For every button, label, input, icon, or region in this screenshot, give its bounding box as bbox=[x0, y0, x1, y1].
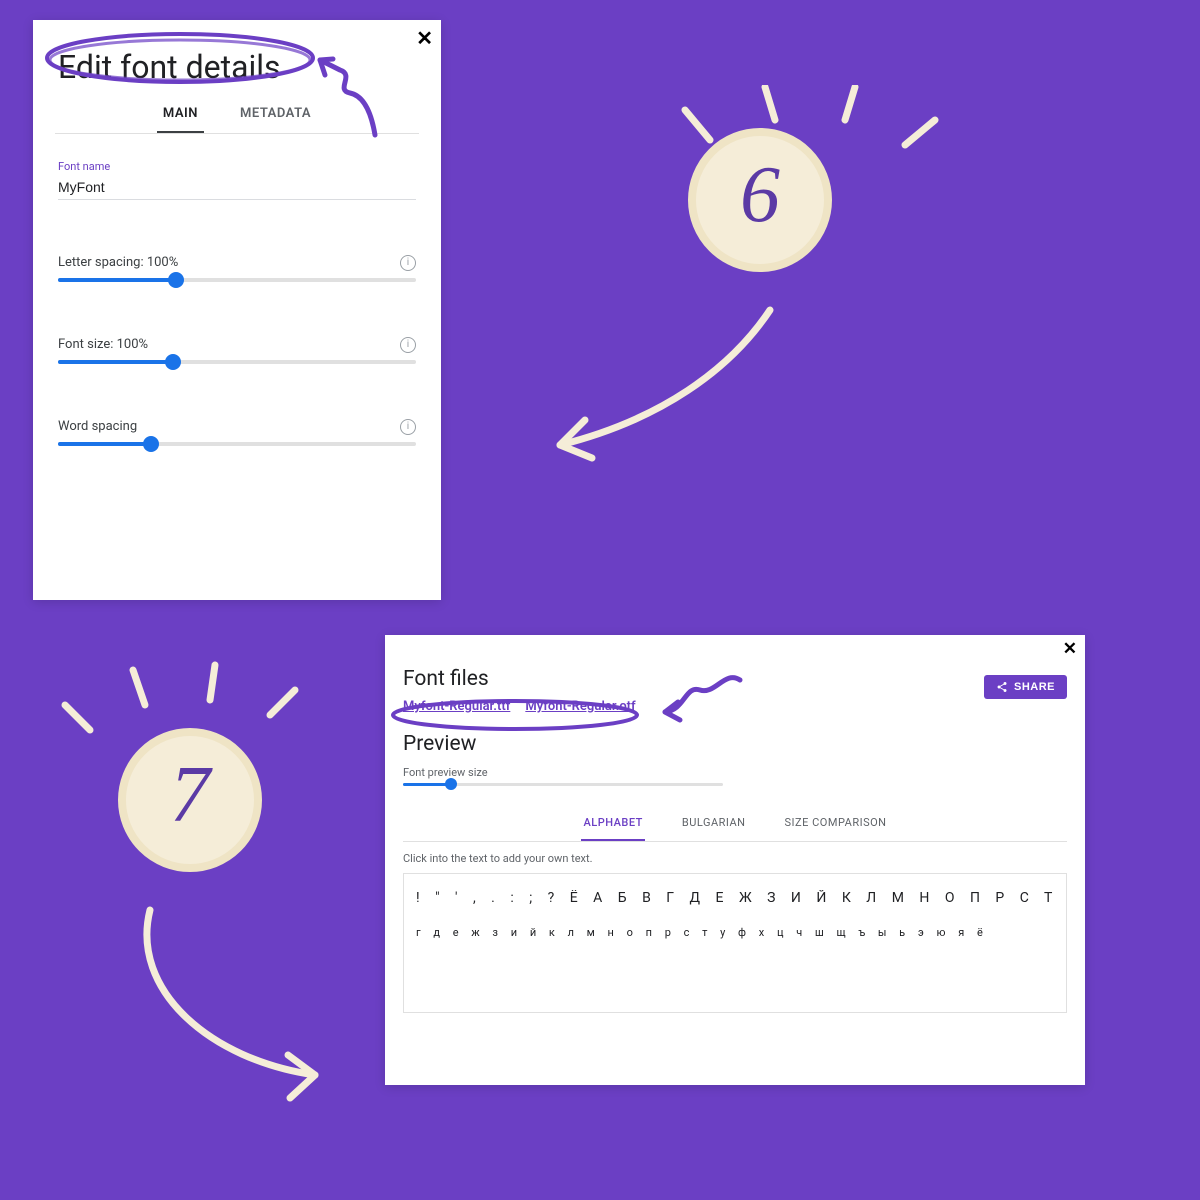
glyph-preview-area[interactable]: ! " ' , . : ; ? Ё А Б В Г Д Е Ж З И Й К … bbox=[403, 873, 1067, 1013]
sparkle-lines-icon bbox=[55, 660, 325, 750]
preview-tabs: ALPHABET BULGARIAN SIZE COMPARISON bbox=[403, 806, 1067, 842]
font-files-panel: ✕ Font files SHARE Myfont-Regular.ttf My… bbox=[385, 635, 1085, 1085]
share-button[interactable]: SHARE bbox=[984, 675, 1067, 699]
word-spacing-slider[interactable] bbox=[58, 442, 416, 446]
tab-size-comparison[interactable]: SIZE COMPARISON bbox=[783, 806, 889, 841]
word-spacing-label: Word spacing bbox=[58, 419, 416, 434]
share-label: SHARE bbox=[1014, 681, 1055, 693]
tab-bulgarian[interactable]: BULGARIAN bbox=[680, 806, 748, 841]
arrow-icon bbox=[530, 300, 790, 480]
letter-spacing-label: Letter spacing: 100% bbox=[58, 255, 416, 270]
info-icon[interactable]: i bbox=[400, 255, 416, 271]
font-size-label: Font size: 100% bbox=[58, 337, 416, 352]
info-icon[interactable]: i bbox=[400, 419, 416, 435]
tab-main[interactable]: MAIN bbox=[157, 96, 204, 133]
font-name-field: Font name bbox=[33, 160, 441, 200]
font-size-group: Font size: 100% i bbox=[33, 337, 441, 364]
glyph-row: г д е ж з и й к л м н о п р с т у ф х ц … bbox=[416, 926, 1054, 939]
file-link-otf[interactable]: Myfont-Regular.otf bbox=[525, 699, 635, 714]
close-icon[interactable]: ✕ bbox=[1063, 639, 1077, 659]
tabs-row: MAIN METADATA bbox=[55, 96, 419, 134]
font-files-heading: Font files bbox=[403, 667, 1067, 691]
file-links: Myfont-Regular.ttf Myfont-Regular.otf bbox=[403, 699, 1067, 714]
panel-title: Edit font details bbox=[33, 20, 441, 96]
info-icon[interactable]: i bbox=[400, 337, 416, 353]
font-size-slider[interactable] bbox=[58, 360, 416, 364]
file-link-ttf[interactable]: Myfont-Regular.ttf bbox=[403, 699, 510, 714]
letter-spacing-slider[interactable] bbox=[58, 278, 416, 282]
preview-heading: Preview bbox=[403, 732, 1067, 756]
preview-size-label: Font preview size bbox=[403, 766, 1067, 779]
word-spacing-group: Word spacing i bbox=[33, 419, 441, 446]
arrow-icon bbox=[120, 900, 350, 1110]
font-name-input[interactable] bbox=[58, 175, 416, 200]
tab-alphabet[interactable]: ALPHABET bbox=[581, 806, 644, 841]
tab-metadata[interactable]: METADATA bbox=[234, 96, 317, 133]
share-icon bbox=[996, 681, 1008, 693]
preview-hint: Click into the text to add your own text… bbox=[403, 852, 1067, 865]
step-number: 7 bbox=[170, 750, 210, 841]
close-icon[interactable]: ✕ bbox=[416, 26, 433, 50]
edit-font-panel: ✕ Edit font details MAIN METADATA Font n… bbox=[33, 20, 441, 600]
sparkle-lines-icon bbox=[680, 85, 960, 165]
glyph-row: ! " ' , . : ; ? Ё А Б В Г Д Е Ж З И Й К … bbox=[416, 890, 1054, 906]
preview-size-slider[interactable] bbox=[403, 783, 723, 786]
letter-spacing-group: Letter spacing: 100% i bbox=[33, 255, 441, 282]
font-name-label: Font name bbox=[58, 160, 416, 173]
